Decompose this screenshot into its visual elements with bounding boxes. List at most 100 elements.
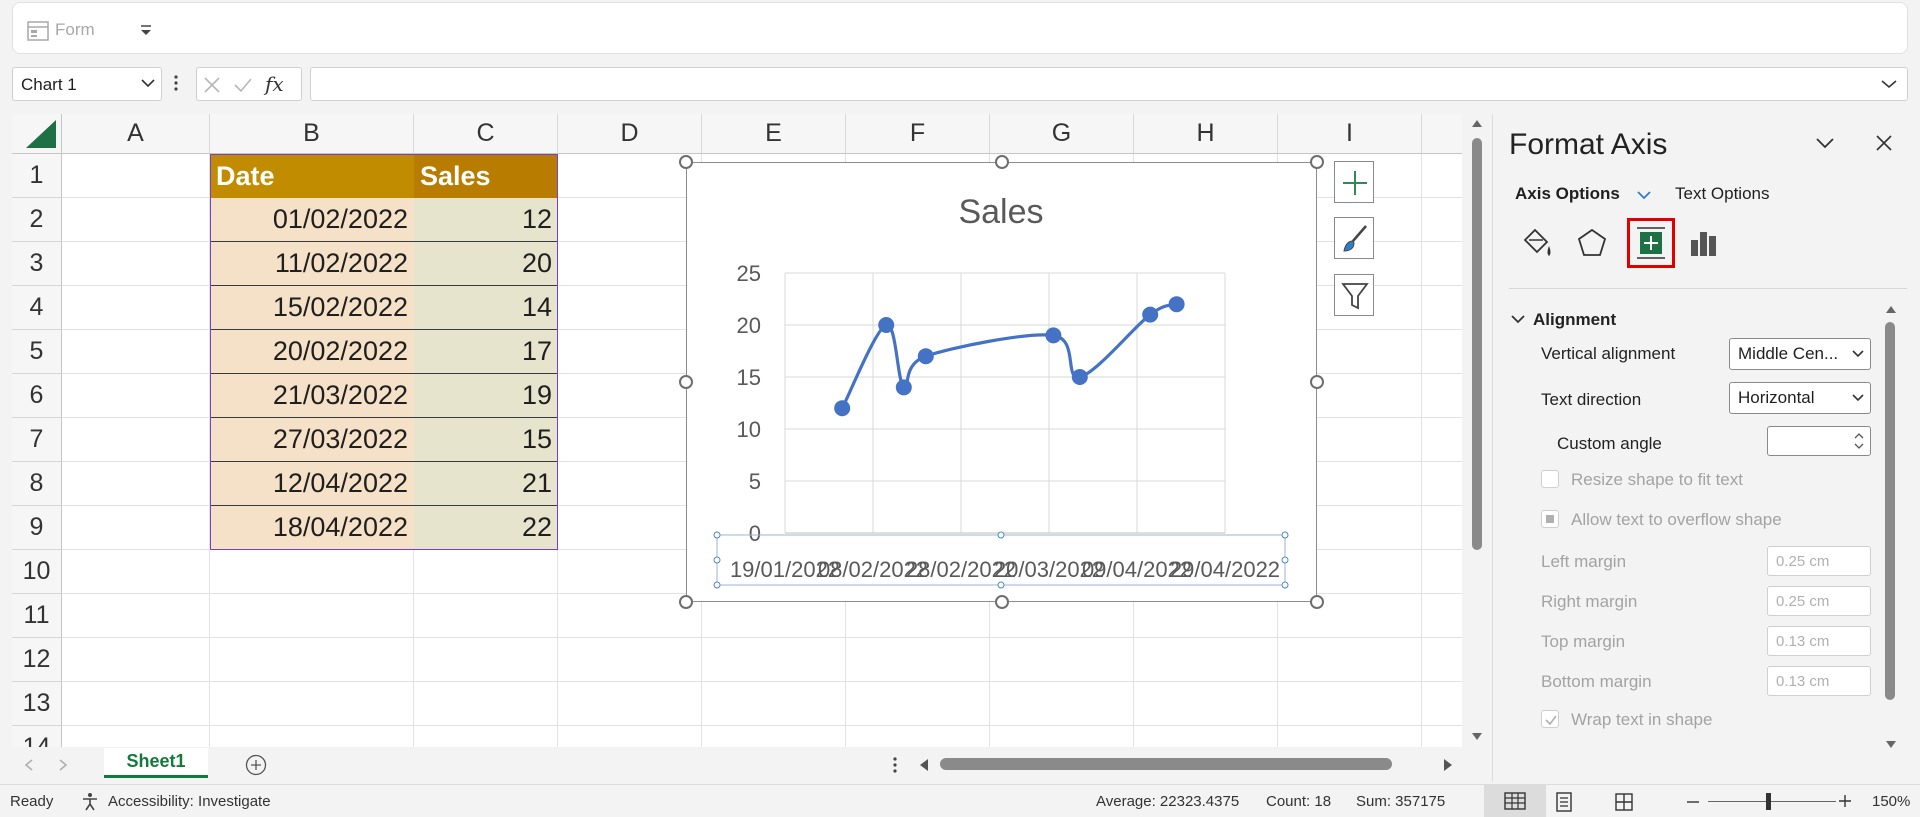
- chart-resize-handle[interactable]: [679, 155, 693, 169]
- chart-resize-handle[interactable]: [1310, 595, 1324, 609]
- axis-selection-handle[interactable]: [713, 556, 721, 564]
- sheet-tab-sheet1[interactable]: Sheet1: [104, 748, 208, 778]
- column-header-d[interactable]: D: [558, 114, 702, 154]
- close-icon[interactable]: [1875, 134, 1893, 152]
- chevron-down-icon[interactable]: [1637, 190, 1651, 200]
- axis-selection-handle[interactable]: [1281, 556, 1289, 564]
- data-point[interactable]: [1168, 296, 1185, 313]
- tab-axis-options[interactable]: Axis Options: [1515, 184, 1620, 204]
- vertical-alignment-select[interactable]: Middle Cen...: [1729, 338, 1871, 370]
- chart-filters-button[interactable]: [1334, 274, 1374, 316]
- axis-options-bar-icon[interactable]: [1687, 226, 1721, 260]
- axis-selection-handle[interactable]: [713, 531, 721, 539]
- right-margin-input[interactable]: 0.25 cm: [1767, 586, 1871, 616]
- pane-options-icon[interactable]: [1815, 136, 1835, 150]
- row-header-3[interactable]: 3: [12, 242, 62, 286]
- table-cell-sales[interactable]: 17: [414, 330, 558, 374]
- tab-split-icon[interactable]: [892, 756, 898, 774]
- table-header-date[interactable]: Date: [210, 154, 414, 198]
- row-header-13[interactable]: 13: [12, 682, 62, 726]
- axis-selection-handle[interactable]: [1281, 581, 1289, 589]
- chart-styles-button[interactable]: [1334, 217, 1374, 259]
- scroll-up-icon[interactable]: [1471, 118, 1483, 128]
- zoom-out-icon[interactable]: [1686, 795, 1700, 809]
- row-header-11[interactable]: 11: [12, 594, 62, 638]
- page-break-preview-icon[interactable]: [1614, 792, 1634, 812]
- table-cell-sales[interactable]: 19: [414, 374, 558, 418]
- table-cell-sales[interactable]: 22: [414, 506, 558, 550]
- wrap-text-checkbox[interactable]: [1541, 710, 1559, 728]
- chart-resize-handle[interactable]: [994, 595, 1009, 609]
- column-header-g[interactable]: G: [990, 114, 1134, 154]
- chart-resize-handle[interactable]: [1310, 375, 1324, 389]
- vertical-scrollbar[interactable]: [1466, 114, 1488, 748]
- table-cell-sales[interactable]: 12: [414, 198, 558, 242]
- row-header-4[interactable]: 4: [12, 286, 62, 330]
- zoom-slider-track[interactable]: [1708, 801, 1836, 802]
- zoom-slider-thumb[interactable]: [1766, 793, 1771, 810]
- page-layout-icon[interactable]: [1554, 792, 1574, 812]
- row-header-10[interactable]: 10: [12, 550, 62, 594]
- column-header-h[interactable]: H: [1134, 114, 1278, 154]
- pane-scroll-up-icon[interactable]: [1885, 304, 1897, 314]
- check-icon[interactable]: [233, 76, 253, 94]
- table-cell-sales[interactable]: 14: [414, 286, 558, 330]
- data-point[interactable]: [1142, 306, 1159, 323]
- data-point[interactable]: [917, 348, 934, 365]
- form-icon[interactable]: [27, 21, 49, 41]
- column-header-i[interactable]: I: [1278, 114, 1422, 154]
- table-cell-sales[interactable]: 15: [414, 418, 558, 462]
- left-margin-input[interactable]: 0.25 cm: [1767, 546, 1871, 576]
- zoom-in-icon[interactable]: [1838, 794, 1852, 808]
- text-direction-select[interactable]: Horizontal: [1729, 382, 1871, 414]
- resize-shape-checkbox[interactable]: [1541, 470, 1559, 488]
- table-cell-date[interactable]: 21/03/2022: [210, 374, 414, 418]
- section-collapse-icon[interactable]: [1511, 314, 1525, 324]
- table-cell-date[interactable]: 12/04/2022: [210, 462, 414, 506]
- column-header-f[interactable]: F: [846, 114, 990, 154]
- tab-text-options[interactable]: Text Options: [1675, 184, 1770, 204]
- size-properties-tab[interactable]: [1627, 218, 1675, 268]
- row-header-8[interactable]: 8: [12, 462, 62, 506]
- row-header-14[interactable]: 14: [12, 726, 62, 747]
- formula-input[interactable]: [310, 67, 1908, 101]
- row-header-7[interactable]: 7: [12, 418, 62, 462]
- axis-selection-handle[interactable]: [713, 581, 721, 589]
- cancel-icon[interactable]: [203, 76, 221, 94]
- status-accessibility[interactable]: Accessibility: Investigate: [108, 793, 271, 810]
- pane-scroll-down-icon[interactable]: [1885, 740, 1897, 750]
- more-options-icon[interactable]: [172, 73, 180, 93]
- column-header-c[interactable]: C: [414, 114, 558, 154]
- chart-resize-handle[interactable]: [1310, 155, 1324, 169]
- row-header-5[interactable]: 5: [12, 330, 62, 374]
- table-cell-date[interactable]: 18/04/2022: [210, 506, 414, 550]
- data-point[interactable]: [895, 379, 912, 396]
- column-header-a[interactable]: A: [62, 114, 210, 154]
- data-point[interactable]: [878, 317, 895, 333]
- table-header-sales[interactable]: Sales: [414, 154, 558, 198]
- normal-view-button[interactable]: [1484, 785, 1546, 817]
- scroll-tabs-left-icon[interactable]: [24, 759, 34, 771]
- scroll-down-icon[interactable]: [1471, 732, 1483, 742]
- row-header-9[interactable]: 9: [12, 506, 62, 550]
- scroll-right-icon[interactable]: [1442, 758, 1454, 772]
- axis-selection-handle[interactable]: [997, 581, 1005, 589]
- customize-toolbar-icon[interactable]: [137, 21, 155, 39]
- axis-selection-handle[interactable]: [1281, 531, 1289, 539]
- data-point[interactable]: [834, 400, 851, 417]
- chart-resize-handle[interactable]: [679, 595, 693, 609]
- scroll-tabs-right-icon[interactable]: [58, 759, 68, 771]
- scroll-left-icon[interactable]: [918, 758, 930, 772]
- table-cell-date[interactable]: 20/02/2022: [210, 330, 414, 374]
- chart-elements-button[interactable]: [1334, 161, 1374, 203]
- chart-resize-handle[interactable]: [679, 375, 693, 389]
- data-point[interactable]: [1045, 327, 1062, 344]
- column-header-e[interactable]: E: [702, 114, 846, 154]
- accessibility-icon[interactable]: [80, 792, 100, 812]
- column-header-b[interactable]: B: [210, 114, 414, 154]
- vertical-scroll-thumb[interactable]: [1472, 138, 1482, 550]
- top-margin-input[interactable]: 0.13 cm: [1767, 626, 1871, 656]
- table-cell-sales[interactable]: 20: [414, 242, 558, 286]
- table-cell-date[interactable]: 11/02/2022: [210, 242, 414, 286]
- chart-resize-handle[interactable]: [994, 155, 1009, 169]
